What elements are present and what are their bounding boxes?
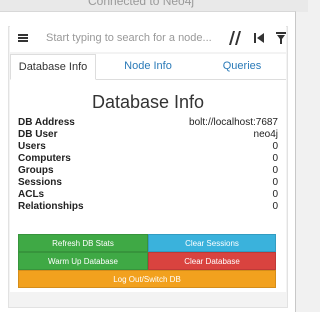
row-value: bolt://localhost:7687 [189,117,278,128]
row-value: 0 [272,189,278,200]
tab-database-info[interactable]: Database Info [10,54,96,80]
info-row: Relationships 0 [18,201,278,213]
row-label: Groups [18,165,54,176]
row-value: 0 [272,201,278,212]
window-title: Connected to Neo4j [88,0,195,8]
info-row: Users 0 [18,141,278,153]
menu-icon[interactable] [18,34,28,42]
refresh-db-stats-button[interactable]: Refresh DB Stats [18,234,148,252]
tab-bar: Database Info Node Info Queries [10,54,286,80]
clear-sessions-button[interactable]: Clear Sessions [148,234,276,252]
row-label: Sessions [18,177,62,188]
warm-up-database-button[interactable]: Warm Up Database [18,252,148,270]
row-label: DB User [18,129,58,140]
page-title: Database Info [91,92,205,112]
tab-node-info[interactable]: Node Info [112,54,184,80]
logout-switch-db-button[interactable]: Log Out/Switch DB [18,270,276,288]
search-input[interactable] [46,29,216,47]
row-label: Relationships [18,201,84,212]
info-row: Groups 0 [18,165,278,177]
tab-queries[interactable]: Queries [206,54,278,80]
info-row: DB User neo4j [18,129,278,141]
row-label: Users [18,141,46,152]
info-row: DB Address bolt://localhost:7687 [18,117,278,129]
back-icon[interactable] [252,30,266,46]
row-value: 0 [272,165,278,176]
row-value: neo4j [253,129,278,140]
row-label: DB Address [18,117,75,128]
clear-database-button[interactable]: Clear Database [148,252,276,270]
info-row: Computers 0 [18,153,278,165]
row-label: ACLs [18,189,45,200]
row-label: Computers [18,153,71,164]
database-info-section: Database Info DB Address bolt://localhos… [10,80,286,292]
info-row: ACLs 0 [18,189,278,201]
path-icon[interactable] [228,30,242,46]
row-value: 0 [272,141,278,152]
filter-icon[interactable] [274,30,288,46]
row-value: 0 [272,177,278,188]
row-value: 0 [272,153,278,164]
info-row: Sessions 0 [18,177,278,189]
search-bar [10,26,286,52]
